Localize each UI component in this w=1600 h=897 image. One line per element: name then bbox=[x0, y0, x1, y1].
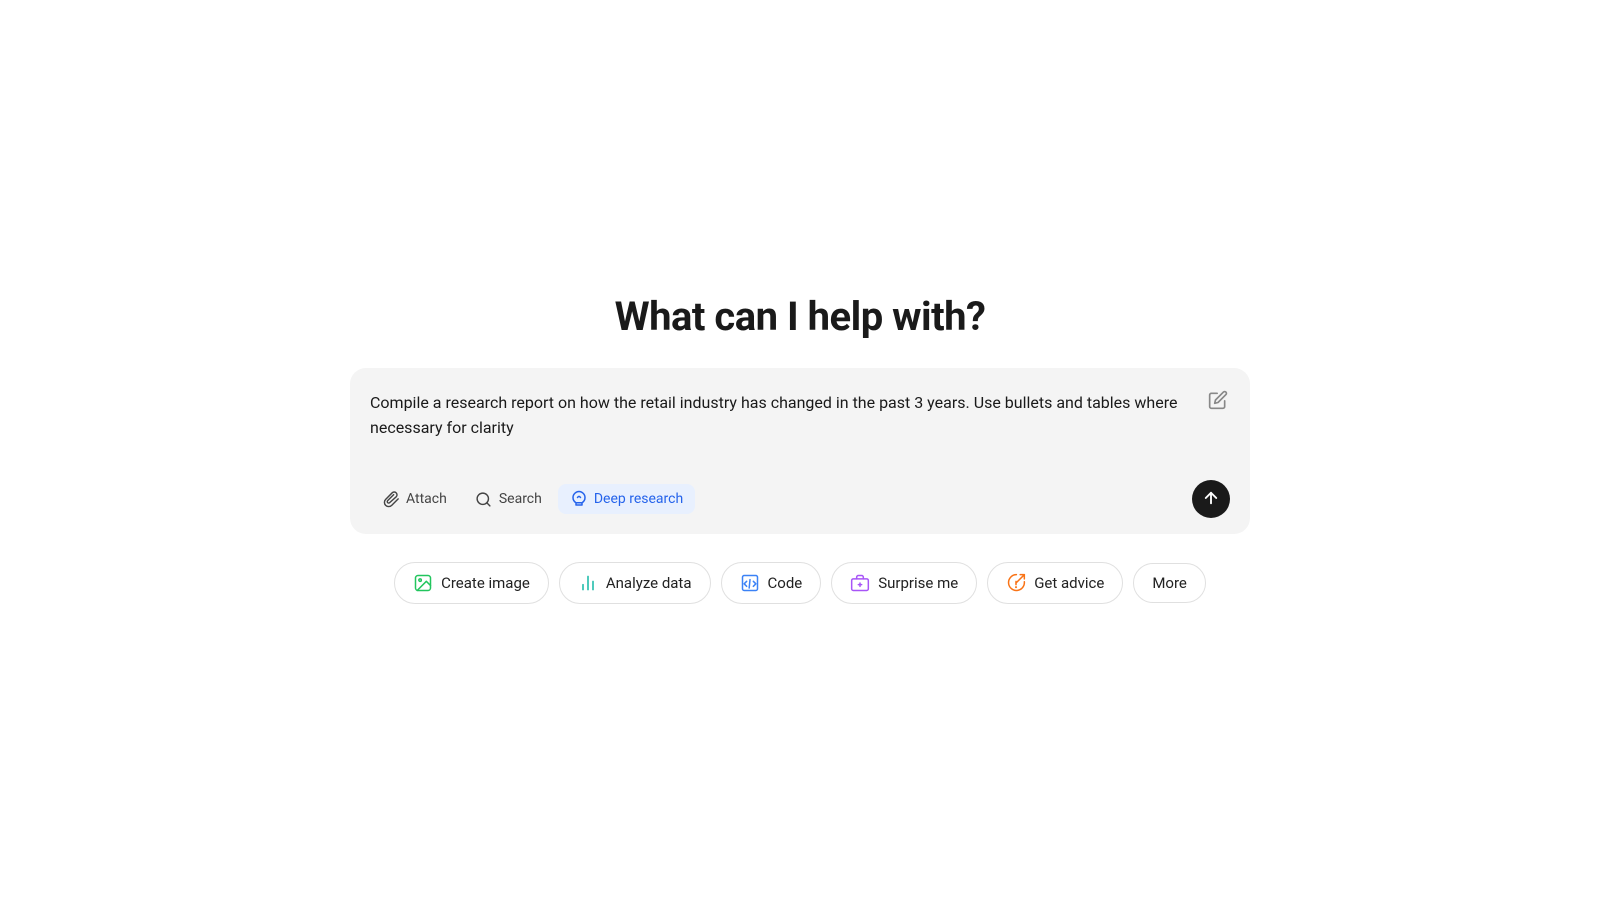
create-image-icon bbox=[413, 573, 433, 593]
search-icon bbox=[475, 490, 493, 508]
deep-research-label: Deep research bbox=[594, 491, 683, 507]
create-image-label: Create image bbox=[441, 574, 530, 592]
input-box: Compile a research report on how the ret… bbox=[350, 368, 1250, 535]
surprise-me-button[interactable]: Surprise me bbox=[831, 562, 977, 604]
get-advice-button[interactable]: Get advice bbox=[987, 562, 1123, 604]
get-advice-label: Get advice bbox=[1034, 574, 1104, 592]
edit-icon-button[interactable] bbox=[1204, 386, 1232, 417]
main-input[interactable]: Compile a research report on how the ret… bbox=[370, 390, 1230, 467]
search-button[interactable]: Search bbox=[463, 484, 554, 514]
surprise-me-icon bbox=[850, 573, 870, 593]
deep-research-button[interactable]: Deep research bbox=[558, 484, 695, 514]
deep-research-icon bbox=[570, 490, 588, 508]
analyze-data-label: Analyze data bbox=[606, 574, 692, 592]
search-label: Search bbox=[499, 491, 542, 507]
main-container: What can I help with? Compile a research… bbox=[350, 293, 1250, 605]
analyze-data-button[interactable]: Analyze data bbox=[559, 562, 711, 604]
surprise-me-label: Surprise me bbox=[878, 574, 958, 592]
input-toolbar: Attach Search bbox=[370, 480, 1230, 518]
send-icon bbox=[1202, 489, 1220, 510]
attach-icon bbox=[382, 490, 400, 508]
page-heading: What can I help with? bbox=[615, 293, 986, 340]
get-advice-icon bbox=[1006, 573, 1026, 593]
analyze-data-icon bbox=[578, 573, 598, 593]
attach-button[interactable]: Attach bbox=[370, 484, 459, 514]
code-button[interactable]: Code bbox=[721, 562, 822, 604]
code-label: Code bbox=[768, 574, 803, 592]
code-icon bbox=[740, 573, 760, 593]
create-image-button[interactable]: Create image bbox=[394, 562, 549, 604]
pen-icon bbox=[1208, 390, 1228, 413]
send-button[interactable] bbox=[1192, 480, 1230, 518]
attach-label: Attach bbox=[406, 491, 447, 507]
suggestion-bar: Create image Analyze data bbox=[394, 562, 1206, 604]
more-label: More bbox=[1152, 574, 1187, 592]
more-button[interactable]: More bbox=[1133, 563, 1206, 603]
